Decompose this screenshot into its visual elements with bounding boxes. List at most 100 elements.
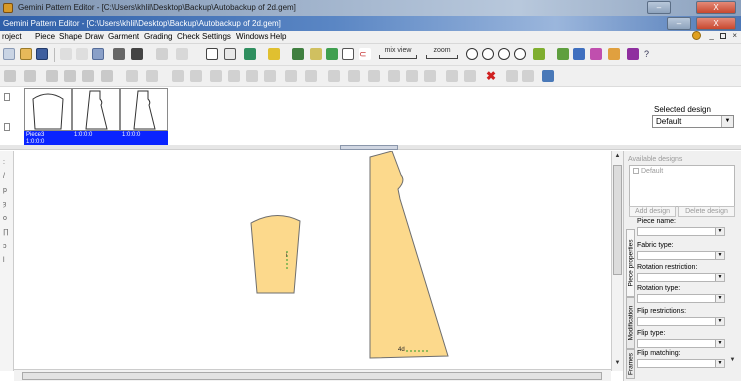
- strip-lock-icon[interactable]: [4, 123, 10, 131]
- zoom-out-icon[interactable]: [482, 48, 494, 60]
- zoom-fit-icon[interactable]: [498, 48, 510, 60]
- marker-icon[interactable]: [506, 70, 518, 82]
- available-designs-list[interactable]: Default: [629, 165, 735, 207]
- flip-matching-field[interactable]: ▼: [637, 359, 725, 368]
- window-icon[interactable]: [573, 48, 585, 60]
- menu-windows[interactable]: Windows: [236, 32, 268, 41]
- panel-scrollbar[interactable]: ▼: [728, 151, 738, 381]
- rotation-restriction-field[interactable]: ▼: [637, 273, 725, 282]
- align-icon[interactable]: [210, 70, 222, 82]
- save-icon[interactable]: [36, 48, 48, 60]
- menu-draw[interactable]: Draw: [85, 32, 104, 41]
- menu-grading[interactable]: Grading: [144, 32, 172, 41]
- tab-frames[interactable]: Frames: [626, 349, 635, 379]
- design-list-item[interactable]: Default: [633, 168, 663, 175]
- mdi-minimize-button[interactable]: _: [709, 31, 713, 40]
- piece-thumbnail[interactable]: [120, 88, 168, 131]
- grid-icon[interactable]: [292, 48, 304, 60]
- color-icon[interactable]: [590, 48, 602, 60]
- piece-thumbnail[interactable]: [24, 88, 72, 131]
- corner-icon[interactable]: [224, 48, 236, 60]
- ruler-icon[interactable]: [310, 48, 322, 60]
- copy-icon[interactable]: [76, 48, 88, 60]
- table-icon[interactable]: [446, 70, 458, 82]
- label-icon[interactable]: [305, 70, 317, 82]
- menu-check[interactable]: Check: [177, 32, 200, 41]
- star-tool-icon[interactable]: [268, 48, 280, 60]
- zoom-slider[interactable]: [426, 55, 458, 59]
- redo-icon[interactable]: [176, 48, 188, 60]
- ungroup-icon[interactable]: [264, 70, 276, 82]
- help-context-icon[interactable]: ?: [644, 48, 656, 60]
- filter-icon[interactable]: [522, 70, 534, 82]
- seam-icon[interactable]: [4, 70, 16, 82]
- chevron-down-icon[interactable]: ▼: [715, 295, 724, 302]
- tab-piece-properties[interactable]: Piece properties: [626, 229, 635, 297]
- strip-arrow-icon[interactable]: [4, 93, 10, 101]
- zoom-window-icon[interactable]: [514, 48, 526, 60]
- zoom-control[interactable]: zoom: [424, 47, 460, 63]
- splitter-grip[interactable]: [340, 145, 398, 150]
- mix-view-slider[interactable]: [379, 55, 417, 59]
- pane-splitter[interactable]: [0, 145, 741, 150]
- join-icon[interactable]: [146, 70, 158, 82]
- cut-icon[interactable]: [60, 48, 72, 60]
- menu-settings[interactable]: Settings: [202, 32, 231, 41]
- export-icon[interactable]: [326, 48, 338, 60]
- text-icon[interactable]: [285, 70, 297, 82]
- chevron-down-icon[interactable]: ▼: [715, 252, 724, 259]
- chevron-down-icon[interactable]: ▼: [715, 318, 724, 325]
- calendar-icon[interactable]: [627, 48, 639, 60]
- menu-project[interactable]: roject: [2, 32, 22, 41]
- mdi-restore-icon[interactable]: [720, 32, 727, 39]
- pleat-icon[interactable]: [82, 70, 94, 82]
- button-tool-icon[interactable]: [101, 70, 113, 82]
- selected-design-dropdown[interactable]: Default ▼: [652, 115, 734, 128]
- delete-icon[interactable]: ✖: [486, 70, 498, 82]
- offset-icon[interactable]: [388, 70, 400, 82]
- brush-icon[interactable]: [131, 48, 143, 60]
- flip-restrictions-field[interactable]: ▼: [637, 317, 725, 326]
- mirror-icon[interactable]: [190, 70, 202, 82]
- help-icon[interactable]: [692, 31, 702, 41]
- image-icon[interactable]: [542, 70, 554, 82]
- pattern-canvas[interactable]: i 4d: [14, 150, 611, 371]
- menu-garment[interactable]: Garment: [108, 32, 139, 41]
- mark-icon[interactable]: [424, 70, 436, 82]
- inner-minimize-button[interactable]: –: [667, 17, 691, 30]
- layer-icon[interactable]: [533, 48, 545, 60]
- outer-minimize-button[interactable]: –: [647, 1, 671, 14]
- undo-icon[interactable]: [156, 48, 168, 60]
- menu-piece[interactable]: Piece: [35, 32, 55, 41]
- copy-piece-icon[interactable]: [406, 70, 418, 82]
- mix-view-control[interactable]: mix view: [377, 47, 419, 63]
- group-icon[interactable]: [246, 70, 258, 82]
- folder-icon[interactable]: [20, 48, 32, 60]
- chevron-down-icon[interactable]: ▼: [715, 360, 724, 367]
- chevron-down-icon[interactable]: ▼: [715, 228, 724, 235]
- grain-icon[interactable]: [24, 70, 36, 82]
- add-design-button[interactable]: Add design: [629, 206, 676, 217]
- open-icon[interactable]: [3, 48, 15, 60]
- piece-name-field[interactable]: ▼: [637, 227, 725, 236]
- canvas-vertical-scrollbar[interactable]: ▲ ▼: [611, 151, 623, 371]
- print-icon[interactable]: [113, 48, 125, 60]
- design-checkbox[interactable]: [633, 168, 639, 175]
- arc-icon[interactable]: ⊂: [359, 48, 371, 60]
- rotation-type-field[interactable]: ▼: [637, 294, 725, 303]
- point-icon[interactable]: [328, 70, 340, 82]
- horizontal-scroll-thumb[interactable]: [22, 372, 602, 380]
- vertical-scroll-thumb[interactable]: [613, 165, 622, 275]
- distribute-icon[interactable]: [228, 70, 240, 82]
- line-icon[interactable]: [368, 70, 380, 82]
- select-icon[interactable]: [342, 48, 354, 60]
- split-icon[interactable]: [126, 70, 138, 82]
- settings-icon[interactable]: [557, 48, 569, 60]
- fabric-type-field[interactable]: ▼: [637, 251, 725, 260]
- menu-help[interactable]: Help: [270, 32, 286, 41]
- zoom-in-icon[interactable]: [466, 48, 478, 60]
- export-dxf-icon[interactable]: [464, 70, 476, 82]
- paste-icon[interactable]: [92, 48, 104, 60]
- dart-icon[interactable]: [64, 70, 76, 82]
- rotate-icon[interactable]: [172, 70, 184, 82]
